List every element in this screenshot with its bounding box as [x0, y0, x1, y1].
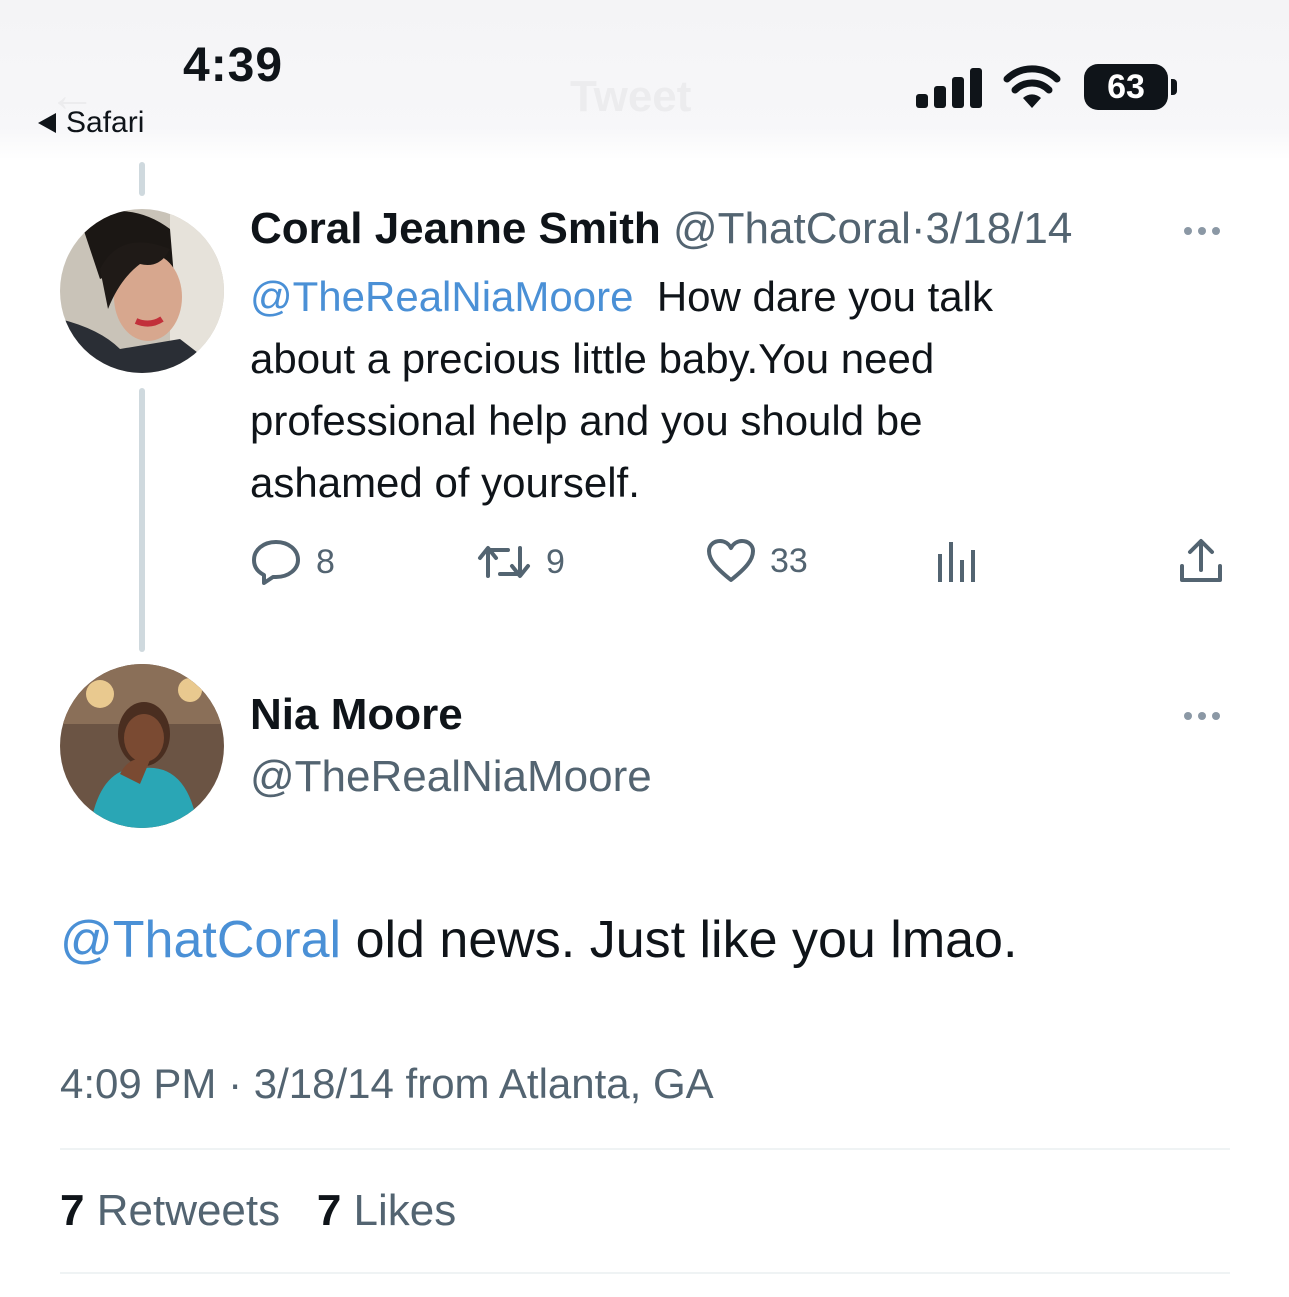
reply-icon — [252, 540, 300, 585]
retweets-stat[interactable]: 7 Retweets — [60, 1186, 280, 1235]
analytics-icon — [938, 542, 975, 582]
divider — [60, 1148, 1230, 1150]
parent-tweet-header: Coral Jeanne Smith @ThatCoral·3/18/14 — [250, 204, 1072, 254]
back-triangle-icon — [38, 113, 56, 133]
battery-indicator: 63 — [1084, 64, 1168, 110]
status-time: 4:39 — [183, 39, 284, 92]
heart-icon — [707, 539, 755, 582]
divider — [60, 1272, 1230, 1274]
views-button[interactable] — [936, 538, 978, 584]
retweet-count: 9 — [546, 542, 565, 581]
avatar-nia-image — [60, 664, 224, 828]
text-line: professional help and you should be — [250, 397, 923, 444]
battery-cap — [1171, 79, 1177, 95]
engagement-stats: 7 Retweets 7 Likes — [60, 1186, 456, 1236]
avatar-coral-image — [60, 209, 224, 373]
tweet-body: old news. Just like you lmao. — [355, 911, 1018, 969]
author-handle[interactable]: @TheRealNiaMoore — [250, 752, 652, 802]
tweet-date[interactable]: 3/18/14 — [926, 204, 1073, 253]
main-tweet-text: @ThatCoral old news. Just like you lmao. — [60, 910, 1017, 970]
retweet-count: 7 — [60, 1186, 85, 1235]
likes-stat[interactable]: 7 Likes — [317, 1186, 456, 1235]
header-separator: · — [910, 204, 926, 253]
mention-link[interactable]: @ThatCoral — [60, 911, 341, 969]
header-title: Tweet — [570, 72, 692, 121]
back-to-safari-label: Safari — [66, 106, 145, 139]
author-name[interactable]: Coral Jeanne Smith — [250, 204, 661, 253]
reply-button[interactable]: 8 — [250, 538, 335, 586]
back-to-safari-button[interactable]: Safari — [38, 106, 144, 140]
share-icon — [1180, 539, 1222, 582]
mention-link[interactable]: @TheRealNiaMoore — [250, 273, 633, 320]
text-line: ashamed of yourself. — [250, 459, 640, 506]
avatar-coral[interactable] — [60, 209, 224, 373]
text-line: about a precious little baby.You need — [250, 335, 935, 382]
share-button[interactable] — [1178, 538, 1224, 584]
more-options-icon[interactable] — [1184, 227, 1220, 235]
reply-count: 8 — [316, 542, 335, 581]
thread-line-top — [139, 162, 145, 196]
like-count: 33 — [770, 541, 808, 580]
wifi-icon — [1003, 65, 1061, 108]
author-handle[interactable]: @ThatCoral — [673, 204, 911, 253]
author-name[interactable]: Nia Moore — [250, 690, 463, 740]
like-count: 7 — [316, 1186, 342, 1235]
avatar-nia[interactable] — [60, 664, 224, 828]
more-options-icon[interactable] — [1184, 712, 1220, 720]
retweet-button[interactable]: 9 — [476, 538, 565, 586]
like-button[interactable]: 33 — [706, 538, 808, 584]
text-line: How dare you talk — [656, 273, 993, 320]
parent-tweet-text: @TheRealNiaMoore How dare you talk about… — [250, 266, 1210, 514]
thread-line — [139, 388, 145, 652]
cellular-signal-icon — [916, 68, 982, 108]
tweet-timestamp[interactable]: 4:09 PM · 3/18/14 from Atlanta, GA — [60, 1060, 714, 1108]
retweet-label: Retweets — [96, 1186, 281, 1235]
retweet-icon — [478, 546, 530, 578]
like-label: Likes — [353, 1186, 457, 1235]
